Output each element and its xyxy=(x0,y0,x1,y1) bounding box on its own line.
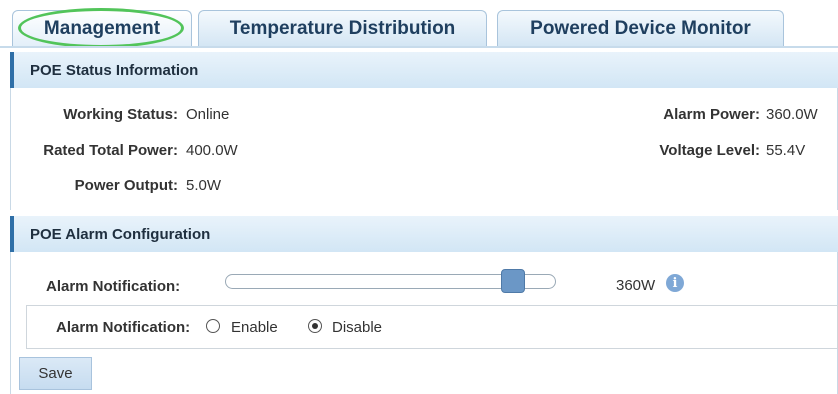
alarm-slider-value: 360W xyxy=(616,277,656,294)
tab-label: Temperature Distribution xyxy=(229,17,456,39)
disable-radio[interactable] xyxy=(308,319,322,333)
power-output-value: 5.0W xyxy=(186,177,222,194)
tab-label: Powered Device Monitor xyxy=(530,17,751,39)
poe-status-header: POE Status Information xyxy=(10,52,838,88)
section-title: POE Status Information xyxy=(30,61,199,79)
save-button-label: Save xyxy=(38,365,73,382)
disable-label: Disable xyxy=(332,319,383,336)
working-status-label: Working Status: xyxy=(63,106,178,123)
save-button[interactable]: Save xyxy=(19,357,92,390)
alarm-slider-handle[interactable] xyxy=(501,269,526,293)
tab-bar: Management Temperature Distribution Powe… xyxy=(0,0,838,48)
working-status-value: Online xyxy=(186,106,230,123)
enable-radio[interactable] xyxy=(206,319,220,333)
tab-management[interactable]: Management xyxy=(12,10,192,46)
alarm-power-label: Alarm Power: xyxy=(663,106,760,123)
poe-alarm-header: POE Alarm Configuration xyxy=(10,216,838,252)
info-icon[interactable]: i xyxy=(666,274,684,292)
power-output-label: Power Output: xyxy=(74,177,178,194)
alarm-power-value: 360.0W xyxy=(766,106,818,123)
tab-divider xyxy=(0,46,838,48)
voltage-level-label: Voltage Level: xyxy=(659,142,760,159)
tab-powered-device-monitor[interactable]: Powered Device Monitor xyxy=(497,10,784,46)
tab-label: Management xyxy=(43,17,161,39)
alarm-slider-label: Alarm Notification: xyxy=(46,278,181,295)
tab-temperature-distribution[interactable]: Temperature Distribution xyxy=(198,10,487,46)
rated-total-power-value: 400.0W xyxy=(186,142,238,159)
enable-label: Enable xyxy=(231,319,278,336)
voltage-level-value: 55.4V xyxy=(766,142,806,159)
section-title: POE Alarm Configuration xyxy=(30,225,211,243)
alarm-notification-label: Alarm Notification: xyxy=(56,319,191,336)
rated-total-power-label: Rated Total Power: xyxy=(43,142,178,159)
